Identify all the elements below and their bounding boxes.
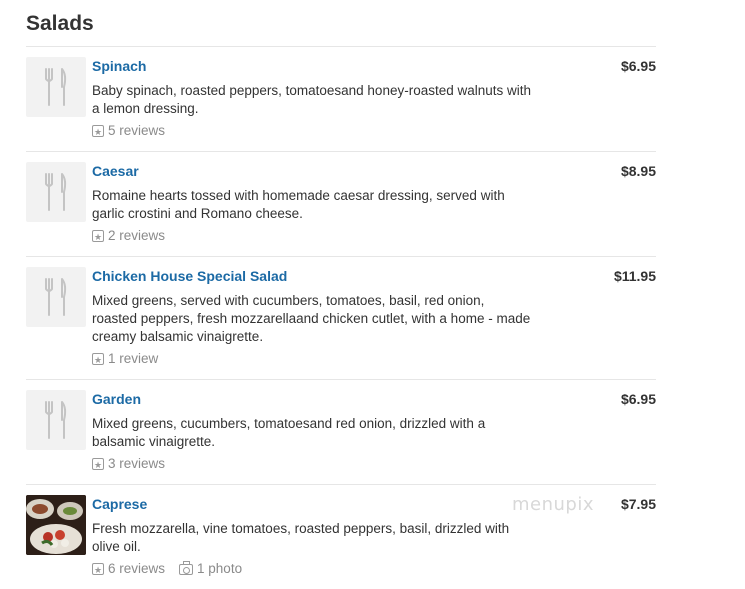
camera-icon (179, 560, 194, 575)
item-name-link[interactable]: Caesar (92, 162, 139, 180)
utensils-icon (26, 267, 86, 327)
item-price: $6.95 (620, 58, 656, 74)
watermark: menupix (512, 494, 595, 515)
reviews-count: 1 review (108, 351, 159, 366)
item-meta: 2 reviews (92, 227, 656, 247)
menu-item: Spinach $6.95 Baby spinach, roasted pepp… (26, 47, 656, 152)
utensils-icon (26, 390, 86, 450)
item-price: $6.95 (620, 391, 656, 407)
photos-count: 1 photo (197, 561, 243, 576)
item-price: $11.95 (613, 268, 656, 284)
section-title: Salads (26, 12, 94, 35)
item-meta: 6 reviews 1 photo (92, 560, 656, 580)
utensils-icon (26, 57, 86, 117)
reviews-count: 6 reviews (108, 561, 166, 576)
review-icon (92, 352, 104, 370)
item-description: Mixed greens, cucumbers, tomatoesand red… (92, 416, 486, 449)
photos-link[interactable]: 1 photo (179, 560, 242, 578)
item-name-link[interactable]: Caprese (92, 495, 147, 513)
item-price: $7.95 (620, 496, 656, 512)
reviews-link[interactable]: 6 reviews (92, 560, 166, 580)
menu-item: Caesar $8.95 Romaine hearts tossed with … (26, 152, 656, 257)
reviews-link[interactable]: 3 reviews (92, 455, 166, 475)
reviews-count: 2 reviews (108, 228, 166, 243)
reviews-link[interactable]: 1 review (92, 350, 159, 370)
review-icon (92, 124, 104, 142)
food-photo[interactable] (26, 495, 86, 555)
item-name-link[interactable]: Garden (92, 390, 141, 408)
item-description: Baby spinach, roasted peppers, tomatoesa… (92, 83, 532, 116)
menu-item: Chicken House Special Salad $11.95 Mixed… (26, 257, 656, 380)
menu-item: Garden $6.95 Mixed greens, cucumbers, to… (26, 380, 656, 485)
item-description: Romaine hearts tossed with homemade caes… (92, 188, 505, 221)
utensils-icon (26, 162, 86, 222)
item-name-link[interactable]: Spinach (92, 57, 146, 75)
item-description: Fresh mozzarella, vine tomatoes, roasted… (92, 521, 510, 554)
item-meta: 5 reviews (92, 122, 656, 142)
review-icon (92, 562, 104, 580)
review-icon (92, 457, 104, 475)
reviews-link[interactable]: 2 reviews (92, 227, 166, 247)
item-name-link[interactable]: Chicken House Special Salad (92, 267, 287, 285)
reviews-count: 5 reviews (108, 123, 166, 138)
reviews-link[interactable]: 5 reviews (92, 122, 166, 142)
item-description: Mixed greens, served with cucumbers, tom… (92, 293, 531, 344)
item-meta: 1 review (92, 350, 656, 370)
item-price: $8.95 (620, 163, 656, 179)
reviews-count: 3 reviews (108, 456, 166, 471)
review-icon (92, 229, 104, 247)
item-meta: 3 reviews (92, 455, 656, 475)
